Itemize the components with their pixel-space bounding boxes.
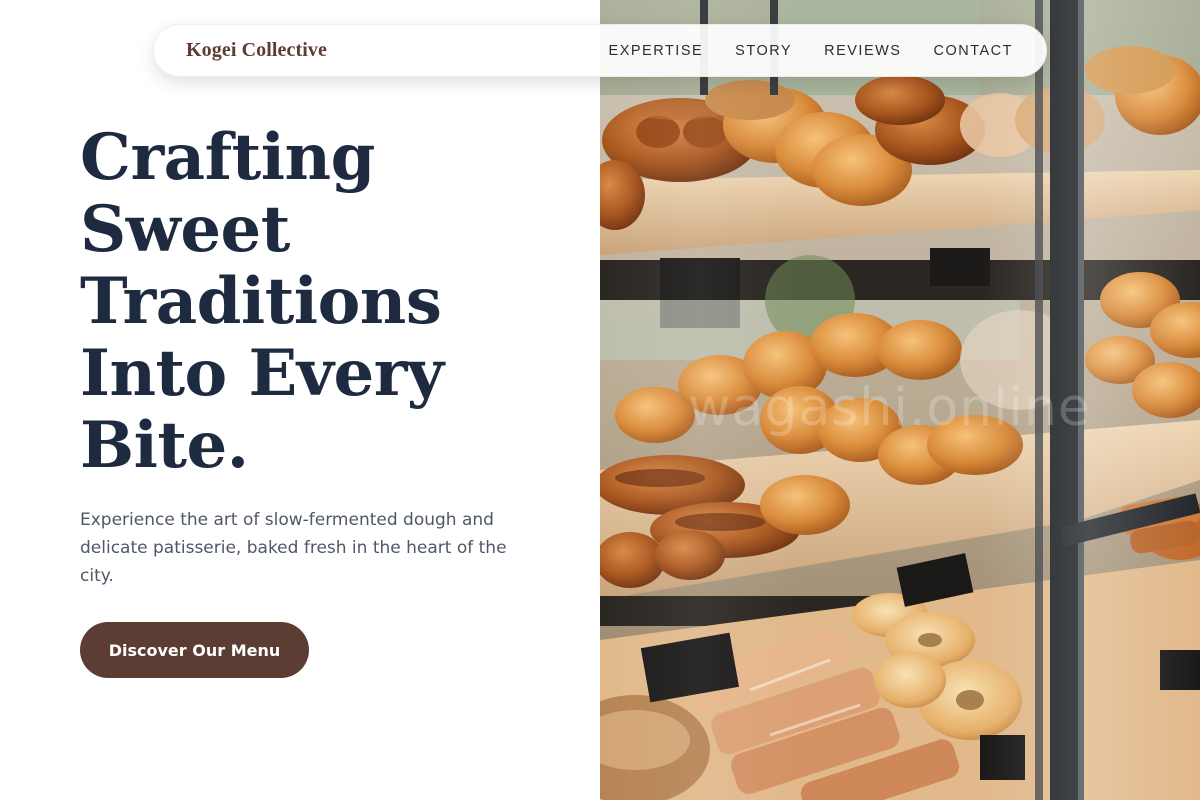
nav-link-expertise[interactable]: EXPERTISE <box>609 43 704 59</box>
hero-image: wagashi.online <box>600 0 1200 800</box>
nav-links: EXPERTISE STORY REVIEWS CONTACT <box>577 43 1013 59</box>
bakery-display-case-illustration <box>600 0 1200 800</box>
top-navigation-bar: Kogei Collective EXPERTISE STORY REVIEWS… <box>153 24 1047 77</box>
hero-title: Crafting Sweet Traditions Into Every Bit… <box>80 120 444 483</box>
brand-logo[interactable]: Kogei Collective <box>186 39 327 62</box>
nav-link-contact[interactable]: CONTACT <box>933 43 1013 59</box>
hero-subtitle: Experience the art of slow-fermented dou… <box>80 510 507 586</box>
discover-menu-button[interactable]: Discover Our Menu <box>80 622 309 678</box>
nav-link-reviews[interactable]: REVIEWS <box>824 43 901 59</box>
nav-link-story[interactable]: STORY <box>735 43 792 59</box>
